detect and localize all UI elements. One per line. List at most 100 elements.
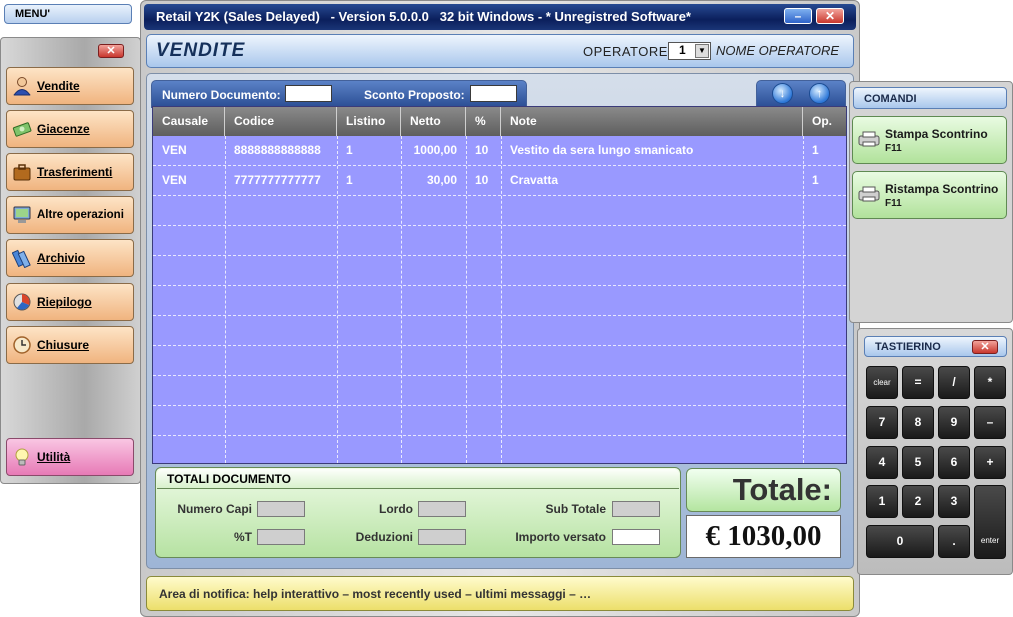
key-divide[interactable]: / xyxy=(938,366,970,399)
perc-t-field xyxy=(257,529,305,545)
cell-listino: 1 xyxy=(346,143,353,157)
scroll-down-button[interactable]: ↓ xyxy=(772,83,793,104)
key-clear[interactable]: clear xyxy=(866,366,898,399)
empty-row[interactable] xyxy=(153,226,846,256)
key-2[interactable]: 2 xyxy=(902,485,934,518)
column-header-netto[interactable]: Netto xyxy=(401,107,466,136)
minimize-button[interactable]: – xyxy=(784,8,812,24)
cell-note: Vestito da sera lungo smanicato xyxy=(510,143,694,157)
numero-documento-label: Numero Documento: xyxy=(162,88,281,102)
empty-row[interactable] xyxy=(153,436,846,463)
notification-area: Area di notifica: help interattivo – mos… xyxy=(146,576,854,611)
chevron-down-icon: ▼ xyxy=(695,44,709,58)
key-4[interactable]: 4 xyxy=(866,446,898,479)
command-shortcut: F11 xyxy=(885,143,902,154)
arrow-up-icon: ↑ xyxy=(816,86,823,100)
menu-item-label: Chiusure xyxy=(37,338,90,352)
lordo-field xyxy=(418,501,466,517)
window-close-button[interactable]: ✕ xyxy=(816,8,844,24)
lightbulb-icon xyxy=(15,448,29,466)
menu-item-label: Vendite xyxy=(37,79,80,93)
numero-documento-input[interactable] xyxy=(285,85,332,102)
key-6[interactable]: 6 xyxy=(938,446,970,479)
sconto-proposto-input[interactable] xyxy=(470,85,517,102)
cell-percent: 10 xyxy=(475,143,489,157)
books-icon xyxy=(12,249,31,268)
menu-item-utilita[interactable]: Utilità xyxy=(6,438,134,476)
key-5[interactable]: 5 xyxy=(902,446,934,479)
empty-row[interactable] xyxy=(153,376,846,406)
close-icon: ✕ xyxy=(980,341,990,353)
empty-row[interactable] xyxy=(153,346,846,376)
empty-row[interactable] xyxy=(153,256,846,286)
cell-listino: 1 xyxy=(346,173,353,187)
column-header-op[interactable]: Op. xyxy=(803,107,846,136)
column-divider xyxy=(501,136,502,463)
column-header-listino[interactable]: Listino xyxy=(337,107,401,136)
menu-item-vendite[interactable]: Vendite xyxy=(6,67,134,105)
numero-capi-field xyxy=(257,501,305,517)
clock-icon xyxy=(13,336,31,354)
tastierino-close-button[interactable]: ✕ xyxy=(972,340,998,354)
command-label: Stampa Scontrino xyxy=(885,127,988,141)
operatore-value: 1 xyxy=(679,43,686,57)
column-header-codice[interactable]: Codice xyxy=(225,107,337,136)
scroll-up-button[interactable]: ↑ xyxy=(809,83,830,104)
printer-icon xyxy=(858,131,880,147)
menu-item-archivio[interactable]: Archivio xyxy=(6,239,134,277)
operatore-select[interactable]: 1 ▼ xyxy=(668,42,711,60)
cell-causale: VEN xyxy=(162,173,187,187)
sales-grid: Causale Codice Listino Netto % Note Op. … xyxy=(152,106,847,464)
cell-codice: 7777777777777 xyxy=(234,173,321,187)
key-7[interactable]: 7 xyxy=(866,406,898,439)
key-8[interactable]: 8 xyxy=(902,406,934,439)
menu-item-giacenze[interactable]: Giacenze xyxy=(6,110,134,148)
notification-text: Area di notifica: help interattivo – mos… xyxy=(159,587,592,601)
empty-row[interactable] xyxy=(153,316,846,346)
key-1[interactable]: 1 xyxy=(866,485,898,518)
briefcase-icon xyxy=(13,164,31,181)
menu-item-label: Trasferimenti xyxy=(37,165,113,179)
close-icon: ✕ xyxy=(824,9,836,23)
ristampa-scontrino-button[interactable]: Ristampa Scontrino F11 xyxy=(852,171,1007,219)
menu-item-label: Altre operazioni xyxy=(37,209,124,221)
key-enter[interactable]: enter xyxy=(974,485,1006,559)
key-9[interactable]: 9 xyxy=(938,406,970,439)
key-minus[interactable]: – xyxy=(974,406,1006,439)
menu-item-trasferimenti[interactable]: Trasferimenti xyxy=(6,153,134,191)
menu-item-altre-operazioni[interactable]: Altre operazioni xyxy=(6,196,134,234)
numero-capi-label: Numero Capi xyxy=(177,502,252,516)
menu-item-label: Archivio xyxy=(37,251,86,265)
column-divider xyxy=(803,136,804,463)
cell-causale: VEN xyxy=(162,143,187,157)
column-divider xyxy=(466,136,467,463)
command-shortcut: F11 xyxy=(885,198,902,209)
table-row[interactable]: VEN 7777777777777 1 30,00 10 Cravatta 1 xyxy=(153,166,846,196)
key-multiply[interactable]: * xyxy=(974,366,1006,399)
column-header-percent[interactable]: % xyxy=(466,107,501,136)
menu-item-label: Riepilogo xyxy=(37,295,92,309)
menu-item-riepilogo[interactable]: Riepilogo xyxy=(6,283,134,321)
key-plus[interactable]: + xyxy=(974,446,1006,479)
key-3[interactable]: 3 xyxy=(938,485,970,518)
menu-title: MENU' xyxy=(15,8,51,20)
column-header-causale[interactable]: Causale xyxy=(153,107,225,136)
empty-row[interactable] xyxy=(153,406,846,436)
key-equals[interactable]: = xyxy=(902,366,934,399)
empty-row[interactable] xyxy=(153,196,846,226)
importo-versato-label: Importo versato xyxy=(515,530,606,544)
sconto-proposto-label: Sconto Proposto: xyxy=(364,88,465,102)
stampa-scontrino-button[interactable]: Stampa Scontrino F11 xyxy=(852,116,1007,164)
importo-versato-input[interactable] xyxy=(612,529,660,545)
menu-item-label: Giacenze xyxy=(37,122,90,136)
column-header-note[interactable]: Note xyxy=(501,107,803,136)
sub-totale-label: Sub Totale xyxy=(545,502,606,516)
key-0[interactable]: 0 xyxy=(866,525,934,558)
key-decimal[interactable]: . xyxy=(938,525,970,558)
section-title: VENDITE xyxy=(156,40,246,61)
table-row[interactable]: VEN 8888888888888 1 1000,00 10 Vestito d… xyxy=(153,136,846,166)
menu-close-button[interactable]: ✕ xyxy=(98,44,124,58)
cell-codice: 8888888888888 xyxy=(234,143,321,157)
menu-item-chiusure[interactable]: Chiusure xyxy=(6,326,134,364)
empty-row[interactable] xyxy=(153,286,846,316)
